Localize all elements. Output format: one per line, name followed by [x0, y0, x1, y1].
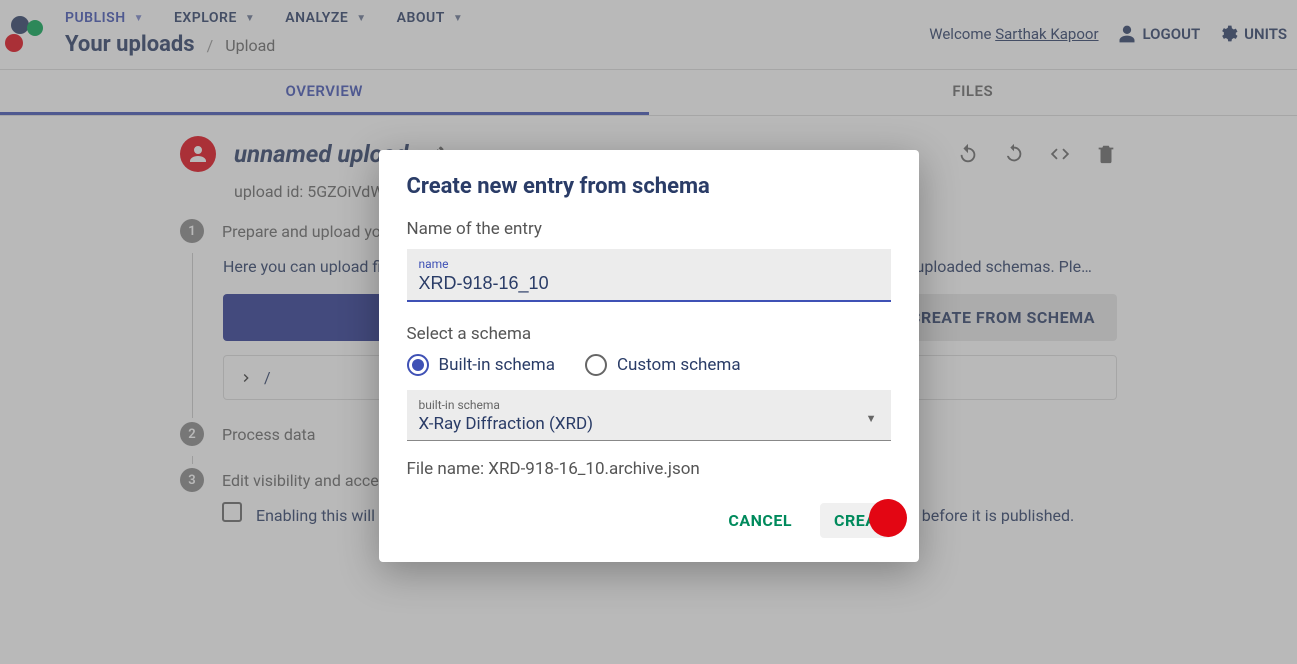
modal-overlay[interactable]: Create new entry from schema Name of the…	[0, 0, 1297, 664]
dialog-title: Create new entry from schema	[407, 174, 891, 199]
schema-radio-group: Built-in schema Custom schema	[407, 354, 891, 376]
filename-label: File name:	[407, 459, 489, 479]
radio-custom-label: Custom schema	[617, 355, 741, 375]
name-text-field[interactable]: name	[407, 249, 891, 302]
filename-value: XRD-918-16_10.archive.json	[488, 459, 700, 479]
cancel-button[interactable]: CANCEL	[714, 503, 806, 538]
dropdown-arrow-icon: ▼	[866, 412, 877, 425]
radio-builtin[interactable]: Built-in schema	[407, 354, 555, 376]
schema-section-label: Select a schema	[407, 324, 891, 344]
schema-select[interactable]: built-in schema X-Ray Diffraction (XRD) …	[407, 390, 891, 441]
create-button[interactable]: CREA	[820, 503, 890, 538]
name-section-label: Name of the entry	[407, 219, 891, 239]
radio-icon	[585, 354, 607, 376]
radio-builtin-label: Built-in schema	[439, 355, 555, 375]
schema-select-value: X-Ray Diffraction (XRD)	[419, 414, 879, 434]
schema-select-label: built-in schema	[419, 398, 879, 412]
create-entry-dialog: Create new entry from schema Name of the…	[379, 150, 919, 562]
filename-display: File name: XRD-918-16_10.archive.json	[407, 459, 891, 479]
name-input[interactable]	[419, 273, 879, 294]
highlight-dot-icon	[869, 499, 907, 537]
name-field-label: name	[419, 257, 879, 271]
dialog-actions: CANCEL CREA	[407, 503, 891, 538]
radio-custom[interactable]: Custom schema	[585, 354, 741, 376]
radio-icon	[407, 354, 429, 376]
